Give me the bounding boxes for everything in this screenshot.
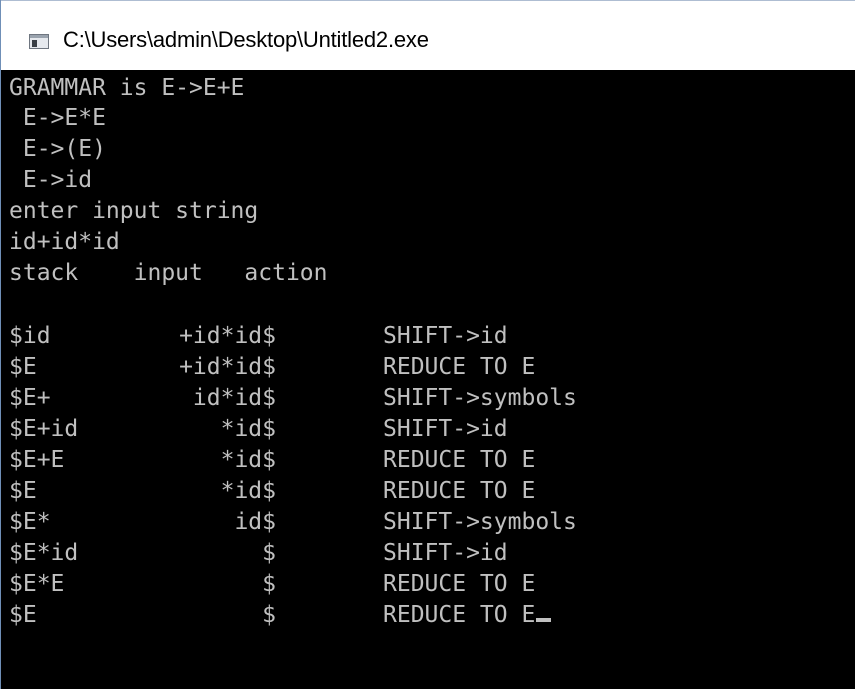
input-cell: id$ — [234, 509, 276, 535]
window-title: C:\Users\admin\Desktop\Untitled2.exe — [63, 27, 429, 52]
action-cell: SHIFT->symbols — [383, 385, 577, 411]
stack-cell: $E+E — [9, 447, 65, 473]
input-cell: id*id$ — [192, 385, 276, 411]
console-window-icon[interactable] — [29, 34, 49, 49]
input-cell: *id$ — [220, 478, 276, 504]
stack-cell: $id — [9, 323, 51, 349]
action-cell: SHIFT->id — [383, 540, 508, 566]
input-cell: *id$ — [220, 447, 276, 473]
stack-cell: $E+ — [9, 385, 51, 411]
table-header-line: stack input action — [9, 260, 328, 286]
console-window: C:\Users\admin\Desktop\Untitled2.exe GRA… — [0, 0, 855, 689]
action-cell: REDUCE TO E — [383, 478, 536, 504]
input-cell: $ — [262, 602, 276, 628]
input-cell: +id*id$ — [179, 354, 276, 380]
grammar-rule-line: E->(E) — [9, 136, 106, 162]
action-cell: REDUCE TO E — [383, 602, 536, 628]
stack-cell: $E — [9, 478, 37, 504]
input-cell: +id*id$ — [179, 323, 276, 349]
stack-cell: $E* — [9, 509, 51, 535]
input-prompt-line: enter input string — [9, 198, 259, 224]
action-cell: SHIFT->symbols — [383, 509, 577, 535]
input-cell: $ — [262, 540, 276, 566]
grammar-rule-line: E->E*E — [9, 105, 106, 131]
input-cell: *id$ — [220, 416, 276, 442]
action-cell: REDUCE TO E — [383, 354, 536, 380]
action-cell: SHIFT->id — [383, 323, 508, 349]
stack-cell: $E — [9, 602, 37, 628]
action-cell: REDUCE TO E — [383, 571, 536, 597]
title-bar[interactable]: C:\Users\admin\Desktop\Untitled2.exe — [1, 0, 855, 70]
grammar-line: GRAMMAR is E->E+E — [9, 75, 245, 101]
input-cell: $ — [262, 571, 276, 597]
input-string-line: id+id*id — [9, 229, 120, 255]
console-output[interactable]: GRAMMAR is E->E+E E->E*E E->(E) E->id en… — [1, 70, 855, 689]
last-action-line: REDUCE TO E — [383, 600, 552, 630]
text-cursor — [536, 618, 552, 622]
stack-cell: $E+id — [9, 416, 79, 442]
action-cell: REDUCE TO E — [383, 447, 536, 473]
grammar-rule-line: E->id — [9, 167, 93, 193]
action-cell: SHIFT->id — [383, 416, 508, 442]
stack-cell: $E — [9, 354, 37, 380]
stack-cell: $E*E — [9, 571, 65, 597]
stack-cell: $E*id — [9, 540, 79, 566]
